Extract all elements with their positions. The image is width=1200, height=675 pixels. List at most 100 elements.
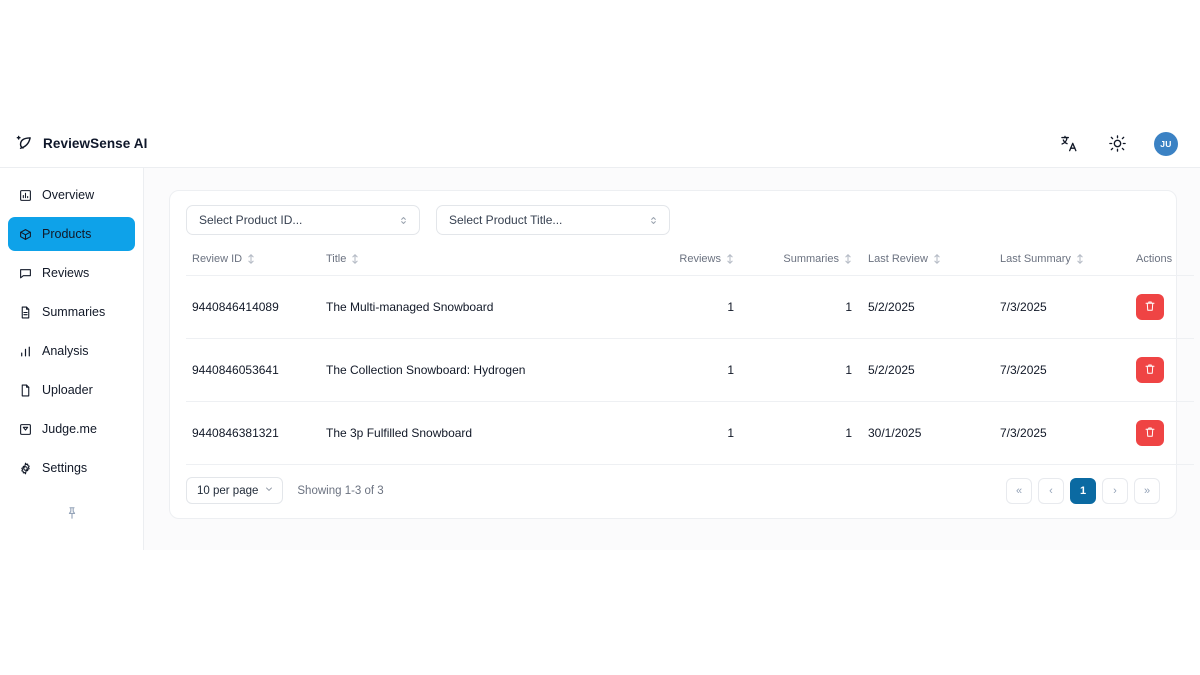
cell-last-summary: 7/3/2025: [984, 402, 1124, 465]
cell-actions: [1124, 276, 1194, 339]
sort-icon: [933, 254, 941, 264]
sidebar-item-label: Products: [42, 227, 91, 241]
sidebar-item-summaries[interactable]: Summaries: [8, 295, 135, 329]
per-page-label: 10 per page: [197, 485, 258, 497]
table-footer: 10 per page Showing 1-3 of 3 « ‹ 1 › »: [186, 465, 1160, 518]
inbox-icon: [18, 422, 32, 436]
top-header-bar: ReviewSense AI JU: [0, 120, 1200, 168]
column-header-actions: Actions: [1124, 243, 1194, 276]
sidebar-item-analysis[interactable]: Analysis: [8, 334, 135, 368]
cell-reviews: 1: [624, 339, 734, 402]
sidebar-item-uploader[interactable]: Uploader: [8, 373, 135, 407]
message-icon: [18, 266, 32, 280]
chevron-updown-icon: [398, 215, 409, 226]
app-body: Overview Products Reviews: [0, 168, 1200, 550]
next-page-button[interactable]: ›: [1102, 478, 1128, 504]
sidebar-item-label: Reviews: [42, 266, 89, 280]
select-product-id-value: Select Product ID...: [199, 213, 398, 227]
delete-row-button[interactable]: [1136, 420, 1164, 446]
column-header-last-summary[interactable]: Last Summary: [984, 243, 1124, 276]
column-header-reviews[interactable]: Reviews: [624, 243, 734, 276]
products-card: Select Product ID... Select Product Titl…: [169, 190, 1177, 519]
brand[interactable]: ReviewSense AI: [14, 134, 147, 154]
sidebar-item-settings[interactable]: Settings: [8, 451, 135, 485]
column-header-summaries[interactable]: Summaries: [734, 243, 852, 276]
first-page-button[interactable]: «: [1006, 478, 1032, 504]
sun-icon[interactable]: [1106, 133, 1128, 155]
column-label: Last Review: [868, 253, 928, 265]
app-window: ReviewSense AI JU: [0, 120, 1200, 550]
select-product-title-value: Select Product Title...: [449, 213, 648, 227]
table-body: 9440846414089 The Multi-managed Snowboar…: [186, 276, 1194, 465]
chevron-down-icon: [264, 484, 274, 497]
cell-reviews: 1: [624, 276, 734, 339]
select-product-title[interactable]: Select Product Title...: [436, 205, 670, 235]
box-icon: [18, 227, 32, 241]
page-1-button[interactable]: 1: [1070, 478, 1096, 504]
showing-count: Showing 1-3 of 3: [297, 485, 383, 497]
products-table: Review ID Title: [186, 243, 1194, 465]
cell-title: The Multi-managed Snowboard: [326, 276, 624, 339]
brand-name: ReviewSense AI: [43, 136, 147, 151]
cell-review-id: 9440846414089: [186, 276, 326, 339]
cell-last-summary: 7/3/2025: [984, 276, 1124, 339]
cell-summaries: 1: [734, 402, 852, 465]
column-header-title[interactable]: Title: [326, 243, 624, 276]
sidebar-item-label: Settings: [42, 461, 87, 475]
table-row[interactable]: 9440846414089 The Multi-managed Snowboar…: [186, 276, 1194, 339]
cell-title: The 3p Fulfilled Snowboard: [326, 402, 624, 465]
table-header: Review ID Title: [186, 243, 1194, 276]
sidebar-item-reviews[interactable]: Reviews: [8, 256, 135, 290]
trash-icon: [1144, 426, 1156, 441]
cell-summaries: 1: [734, 276, 852, 339]
cell-review-id: 9440846053641: [186, 339, 326, 402]
file-icon: [18, 383, 32, 397]
translate-icon[interactable]: [1058, 133, 1080, 155]
sort-icon: [351, 254, 359, 264]
main-content: Select Product ID... Select Product Titl…: [144, 168, 1200, 550]
sidebar-item-label: Summaries: [42, 305, 105, 319]
file-list-icon: [18, 305, 32, 319]
delete-row-button[interactable]: [1136, 294, 1164, 320]
sidebar-item-label: Overview: [42, 188, 94, 202]
sort-icon: [726, 254, 734, 264]
column-label: Last Summary: [1000, 253, 1071, 265]
sidebar: Overview Products Reviews: [0, 168, 144, 550]
sidebar-item-overview[interactable]: Overview: [8, 178, 135, 212]
cell-summaries: 1: [734, 339, 852, 402]
sort-icon: [247, 254, 255, 264]
bar-chart-icon: [18, 344, 32, 358]
column-header-review-id[interactable]: Review ID: [186, 243, 326, 276]
table-row[interactable]: 9440846053641 The Collection Snowboard: …: [186, 339, 1194, 402]
sidebar-item-label: Analysis: [42, 344, 89, 358]
pin-icon[interactable]: [8, 498, 135, 528]
sidebar-item-judgeme[interactable]: Judge.me: [8, 412, 135, 446]
column-label: Title: [326, 253, 346, 265]
cell-reviews: 1: [624, 402, 734, 465]
cell-last-review: 30/1/2025: [852, 402, 984, 465]
last-page-button[interactable]: »: [1134, 478, 1160, 504]
column-label: Summaries: [783, 253, 839, 265]
avatar[interactable]: JU: [1154, 132, 1178, 156]
leaf-sparkle-icon: [14, 134, 34, 154]
sidebar-item-label: Uploader: [42, 383, 93, 397]
select-product-id[interactable]: Select Product ID...: [186, 205, 420, 235]
delete-row-button[interactable]: [1136, 357, 1164, 383]
cell-actions: [1124, 402, 1194, 465]
sort-icon: [844, 254, 852, 264]
gear-icon: [18, 461, 32, 475]
per-page-select[interactable]: 10 per page: [186, 477, 283, 504]
column-label: Review ID: [192, 253, 242, 265]
filter-bar: Select Product ID... Select Product Titl…: [186, 205, 1160, 243]
cell-title: The Collection Snowboard: Hydrogen: [326, 339, 624, 402]
sidebar-item-label: Judge.me: [42, 422, 97, 436]
column-label: Actions: [1136, 253, 1172, 265]
previous-page-button[interactable]: ‹: [1038, 478, 1064, 504]
top-header-actions: JU: [1058, 132, 1178, 156]
sidebar-item-products[interactable]: Products: [8, 217, 135, 251]
column-header-last-review[interactable]: Last Review: [852, 243, 984, 276]
table-header-row: Review ID Title: [186, 243, 1194, 276]
column-label: Reviews: [679, 253, 721, 265]
cell-last-review: 5/2/2025: [852, 276, 984, 339]
table-row[interactable]: 9440846381321 The 3p Fulfilled Snowboard…: [186, 402, 1194, 465]
